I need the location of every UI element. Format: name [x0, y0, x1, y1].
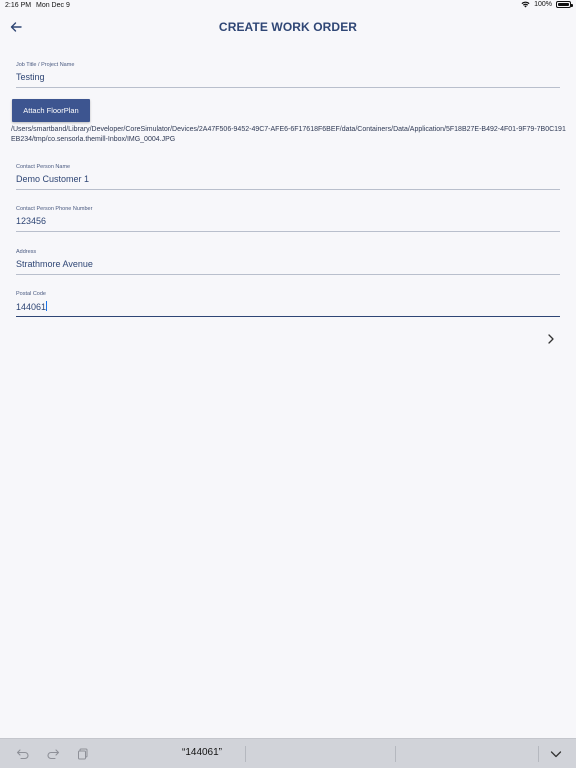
attach-floorplan-button[interactable]: Attach FloorPlan [12, 99, 90, 122]
job-title-label: Job Title / Project Name [16, 62, 75, 68]
contact-phone-field: Contact Person Phone Number [16, 206, 560, 232]
battery-icon [556, 1, 573, 8]
status-bar: 2:16 PM Mon Dec 9 100% [0, 0, 576, 12]
dismiss-keyboard-icon[interactable] [549, 747, 563, 761]
nav-bar: CREATE WORK ORDER [0, 14, 576, 42]
chevron-right-icon[interactable] [545, 333, 557, 345]
suggestion-divider [245, 746, 246, 762]
suggestion-divider [395, 746, 396, 762]
redo-icon[interactable] [46, 747, 60, 761]
text-caret [46, 301, 48, 311]
suggestion-divider [538, 746, 539, 762]
status-time: 2:16 PM [5, 2, 32, 9]
keyboard-accessory-bar: “144061” [0, 738, 576, 768]
address-field: Address [16, 249, 560, 275]
contact-phone-label: Contact Person Phone Number [16, 206, 93, 212]
contact-name-field: Contact Person Name [16, 164, 560, 190]
status-right: 100% [521, 1, 573, 8]
address-label: Address [16, 249, 37, 255]
postal-code-field: Postal Code 144061 [16, 291, 560, 317]
job-title-field: Job Title / Project Name [16, 62, 560, 88]
address-input[interactable] [16, 257, 560, 275]
paste-icon[interactable] [76, 747, 90, 761]
contact-phone-input[interactable] [16, 214, 560, 232]
undo-icon[interactable] [16, 747, 30, 761]
status-date: Mon Dec 9 [36, 2, 70, 9]
battery-percent: 100% [534, 1, 552, 8]
contact-name-input[interactable] [16, 172, 560, 190]
wifi-icon [521, 1, 530, 8]
job-title-input[interactable] [16, 70, 560, 88]
postal-code-value: 144061 [16, 302, 47, 312]
autocorrect-suggestion[interactable]: “144061” [130, 747, 274, 758]
app-root: 2:16 PM Mon Dec 9 100% CREATE WORK ORDER… [0, 0, 576, 768]
floorplan-file-path: /Users/smartband/Library/Developer/CoreS… [11, 126, 566, 143]
contact-name-label: Contact Person Name [16, 164, 71, 170]
page-title: CREATE WORK ORDER [218, 20, 358, 34]
postal-code-input[interactable]: 144061 [16, 299, 560, 317]
postal-code-label: Postal Code [16, 291, 46, 297]
